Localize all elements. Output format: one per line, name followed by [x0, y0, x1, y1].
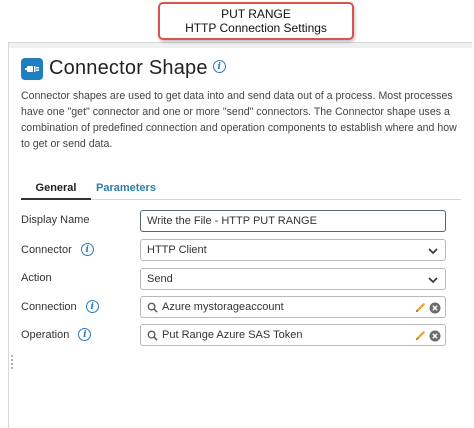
tab-bar: General Parameters	[21, 176, 461, 200]
chevron-down-icon[interactable]	[427, 274, 439, 286]
description-text: Connector shapes are used to get data in…	[21, 90, 457, 150]
connector-label: Connector i	[21, 243, 94, 256]
connector-shape-panel: Connector Shape i Connector shapes are u…	[8, 42, 472, 428]
edit-icon[interactable]	[415, 330, 426, 341]
page-title: Connector Shape	[49, 57, 208, 79]
action-select[interactable]: Send	[140, 268, 446, 290]
display-name-row: Display Name Write the File - HTTP PUT R…	[21, 210, 461, 232]
info-icon[interactable]: i	[212, 60, 226, 73]
clear-icon[interactable]	[429, 302, 441, 314]
display-name-label: Display Name	[21, 214, 90, 226]
operation-row: Operation i Put Range Azure SAS Token	[21, 324, 461, 346]
edit-icon[interactable]	[415, 302, 426, 313]
connection-row: Connection i Azure mystorageaccount	[21, 296, 461, 318]
connection-input[interactable]: Azure mystorageaccount	[140, 296, 446, 318]
panel-top-strip	[9, 43, 472, 48]
resize-handle[interactable]	[9, 355, 15, 369]
info-icon[interactable]: i	[85, 300, 99, 313]
connector-value: HTTP Client	[147, 244, 207, 256]
annotation-callout: PUT RANGE HTTP Connection Settings	[158, 2, 354, 40]
connector-row: Connector i HTTP Client	[21, 239, 461, 261]
callout-title: PUT RANGE	[221, 7, 291, 21]
operation-input[interactable]: Put Range Azure SAS Token	[140, 324, 446, 346]
operation-label: Operation i	[21, 328, 92, 341]
action-row: Action Send	[21, 268, 461, 290]
connector-shape-icon	[21, 57, 43, 80]
connector-select[interactable]: HTTP Client	[140, 239, 446, 261]
operation-value: Put Range Azure SAS Token	[162, 329, 303, 341]
search-icon	[147, 302, 158, 313]
display-name-input[interactable]: Write the File - HTTP PUT RANGE	[140, 210, 446, 232]
search-icon	[147, 330, 158, 341]
action-value: Send	[147, 273, 173, 285]
chevron-down-icon[interactable]	[427, 245, 439, 257]
action-label: Action	[21, 272, 52, 284]
connection-value: Azure mystorageaccount	[162, 301, 284, 313]
connection-label: Connection i	[21, 300, 99, 313]
clear-icon[interactable]	[429, 330, 441, 342]
tab-parameters[interactable]: Parameters	[96, 182, 156, 194]
callout-subtitle: HTTP Connection Settings	[185, 21, 327, 35]
info-icon[interactable]: i	[78, 328, 92, 341]
info-icon[interactable]: i	[80, 243, 94, 256]
display-name-value: Write the File - HTTP PUT RANGE	[147, 215, 317, 227]
panel-header: Connector Shape i	[21, 57, 226, 80]
tab-general[interactable]: General	[21, 182, 91, 200]
